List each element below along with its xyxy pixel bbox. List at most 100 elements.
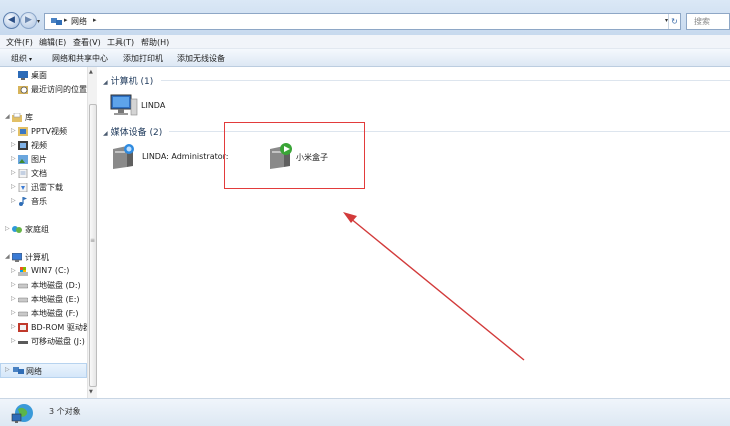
group-header-computer[interactable]: ◢ 计算机 (1): [103, 74, 153, 87]
menu-help[interactable]: 帮助(H): [141, 37, 169, 48]
nav-item-music[interactable]: ▷ 音乐: [0, 196, 87, 208]
collapsed-arrow-icon[interactable]: ▷: [11, 169, 16, 176]
search-input[interactable]: 搜索: [686, 13, 730, 30]
nav-label: 网络: [26, 367, 42, 376]
nav-item-computer[interactable]: ◢ 计算机: [0, 252, 87, 264]
nav-item-drive-c[interactable]: ▷ WIN7 (C:): [0, 266, 87, 278]
network-icon: [13, 367, 24, 374]
menu-tools[interactable]: 工具(T): [107, 37, 134, 48]
breadcrumb-separator-icon[interactable]: ▸: [93, 16, 97, 24]
nav-item-drive-f[interactable]: ▷ 本地磁盘 (F:): [0, 308, 87, 320]
video-icon: [18, 141, 28, 150]
nav-item-removable-j[interactable]: ▷ 可移动磁盘 (J:): [0, 336, 87, 348]
nav-item-desktop[interactable]: 桌面: [0, 70, 87, 82]
nav-label: 计算机: [25, 253, 49, 262]
navigation-scrollbar[interactable]: ▲ ≡ ▼: [87, 67, 97, 398]
documents-icon: [18, 169, 28, 178]
nav-item-homegroup[interactable]: ▷ 家庭组: [0, 224, 87, 236]
homegroup-icon: [12, 226, 22, 233]
nav-item-drive-e[interactable]: ▷ 本地磁盘 (E:): [0, 294, 87, 306]
refresh-button[interactable]: ↻: [668, 14, 680, 29]
nav-label: PPTV视频: [31, 127, 68, 136]
scroll-down-icon[interactable]: ▼: [89, 389, 93, 395]
nav-item-documents[interactable]: ▷ 文档: [0, 168, 87, 180]
nav-item-recent-places[interactable]: 最近访问的位置: [0, 84, 87, 96]
pictures-icon: [18, 155, 28, 164]
nav-label: 文档: [31, 169, 47, 178]
nav-item-bd-rom[interactable]: ▷ BD-ROM 驱动器: [0, 322, 87, 334]
nav-item-pictures[interactable]: ▷ 图片: [0, 154, 87, 166]
highlight-box: [224, 122, 365, 189]
nav-label: 视频: [31, 141, 47, 150]
nav-item-thunder-downloads[interactable]: ▷ 迅雷下载: [0, 182, 87, 194]
nav-item-drive-d[interactable]: ▷ 本地磁盘 (D:): [0, 280, 87, 292]
organize-button[interactable]: 组织 ▾: [11, 53, 32, 64]
media-server-icon: [113, 144, 134, 169]
collapsed-arrow-icon[interactable]: ▷: [5, 366, 10, 373]
computer-icon: [12, 253, 22, 262]
item-label: LINDA: [141, 101, 166, 110]
scroll-up-icon[interactable]: ▲: [89, 69, 93, 75]
add-wireless-device-button[interactable]: 添加无线设备: [177, 53, 225, 64]
desktop-icon: [18, 71, 28, 80]
chevron-down-icon: ▾: [29, 56, 33, 63]
expanded-arrow-icon[interactable]: ◢: [5, 253, 10, 260]
computer-item-linda[interactable]: LINDA: [109, 93, 169, 118]
breadcrumb-network[interactable]: 网络: [71, 16, 87, 27]
item-label: LINDA: Administrator:: [142, 152, 229, 161]
collapsed-arrow-icon[interactable]: ▷: [11, 183, 16, 190]
nav-label: 库: [25, 113, 33, 122]
nav-item-videos[interactable]: ▷ 视频: [0, 140, 87, 152]
menu-file[interactable]: 文件(F): [6, 37, 33, 48]
expanded-arrow-icon[interactable]: ◢: [5, 113, 10, 120]
nav-label: 本地磁盘 (E:): [31, 295, 80, 304]
back-button[interactable]: ◀: [3, 12, 20, 29]
nav-item-network[interactable]: ▷ 网络: [0, 363, 87, 378]
address-box[interactable]: ▸ 网络 ▸ ▾ ↻: [44, 13, 681, 30]
recent-pages-dropdown-icon[interactable]: ▾: [37, 18, 40, 25]
collapsed-arrow-icon[interactable]: ▷: [11, 323, 16, 330]
nav-label: WIN7 (C:): [31, 266, 70, 275]
nav-label: 图片: [31, 155, 47, 164]
nav-label: 音乐: [31, 197, 47, 206]
scrollbar-thumb[interactable]: [89, 104, 97, 387]
add-printer-button[interactable]: 添加打印机: [123, 53, 163, 64]
nav-label: 本地磁盘 (D:): [31, 281, 81, 290]
collapse-icon[interactable]: ◢: [103, 79, 108, 86]
breadcrumb-separator-icon[interactable]: ▸: [64, 16, 68, 24]
collapsed-arrow-icon[interactable]: ▷: [5, 225, 10, 232]
removable-drive-icon: [18, 341, 28, 344]
group-title: 计算机 (1): [110, 77, 154, 87]
nav-item-library[interactable]: ◢ 库: [0, 112, 87, 124]
nav-label: 本地磁盘 (F:): [31, 309, 79, 318]
nav-item-pptv[interactable]: ▷ PPTV视频: [0, 126, 87, 138]
network-icon: [51, 18, 62, 25]
collapsed-arrow-icon[interactable]: ▷: [11, 309, 16, 316]
network-sharing-center-button[interactable]: 网络和共享中心: [52, 53, 108, 64]
group-header-media-devices[interactable]: ◢ 媒体设备 (2): [103, 125, 162, 138]
collapsed-arrow-icon[interactable]: ▷: [11, 155, 16, 162]
collapsed-arrow-icon[interactable]: ▷: [11, 337, 16, 344]
organize-label: 组织: [11, 54, 27, 63]
menu-edit[interactable]: 编辑(E): [39, 37, 66, 48]
collapsed-arrow-icon[interactable]: ▷: [11, 197, 16, 204]
nav-label: 家庭组: [25, 225, 49, 234]
hard-drive-icon: [18, 311, 28, 317]
recent-places-icon: [18, 86, 28, 94]
group-divider: [161, 80, 730, 81]
command-bar: 组织 ▾ 网络和共享中心 添加打印机 添加无线设备: [0, 49, 730, 67]
forward-button[interactable]: ▶: [20, 12, 37, 29]
computer-icon: [110, 94, 138, 116]
status-bar: 3 个对象: [0, 398, 730, 426]
address-row: ◀ ▶ ▾ ▸ 网络 ▸ ▾ ↻ 搜索: [0, 0, 730, 35]
collapsed-arrow-icon[interactable]: ▷: [11, 141, 16, 148]
collapse-icon[interactable]: ◢: [103, 130, 108, 137]
media-device-linda-administrator[interactable]: LINDA: Administrator:: [109, 143, 229, 171]
menu-bar: 文件(F) 编辑(E) 查看(V) 工具(T) 帮助(H): [0, 35, 730, 49]
library-icon: [12, 113, 22, 122]
collapsed-arrow-icon[interactable]: ▷: [11, 267, 16, 274]
menu-view[interactable]: 查看(V): [73, 37, 101, 48]
collapsed-arrow-icon[interactable]: ▷: [11, 295, 16, 302]
collapsed-arrow-icon[interactable]: ▷: [11, 127, 16, 134]
collapsed-arrow-icon[interactable]: ▷: [11, 281, 16, 288]
